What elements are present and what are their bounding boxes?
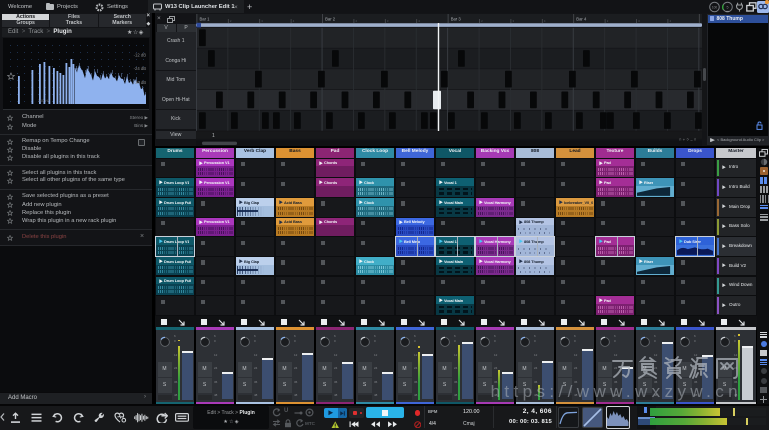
svg-text:-12 dB: -12 dB	[134, 53, 147, 58]
svg-text:Bar 2: Bar 2	[325, 17, 336, 22]
svg-text:-36 dB: -36 dB	[134, 80, 147, 85]
svg-text:Bar 1: Bar 1	[200, 17, 211, 22]
svg-text:100: 100	[712, 5, 718, 9]
svg-text:5: 5	[727, 6, 729, 10]
svg-text:1: 1	[212, 133, 215, 139]
svg-text:Bar 4: Bar 4	[576, 17, 587, 22]
svg-text:Bar 3: Bar 3	[451, 17, 462, 22]
svg-text:-24 dB: -24 dB	[134, 66, 147, 71]
svg-text:100 Hz: 100 Hz	[38, 99, 50, 103]
